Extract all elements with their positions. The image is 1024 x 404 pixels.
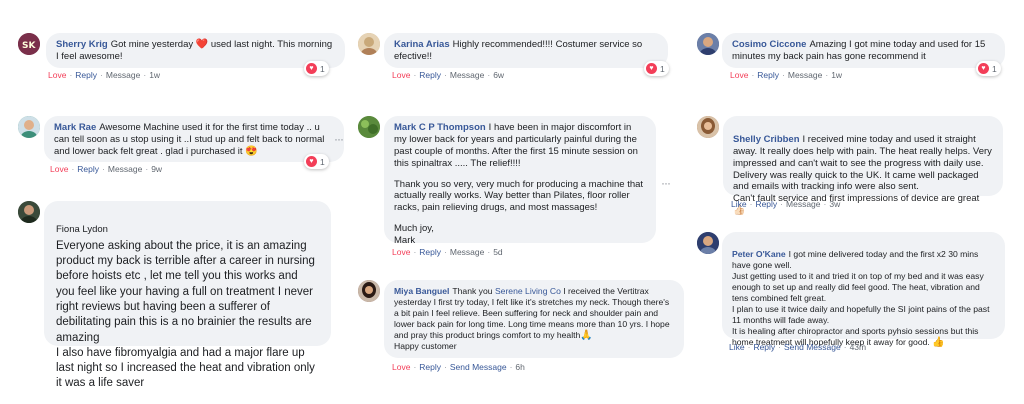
love-link[interactable]: Love <box>730 70 748 80</box>
comment-bubble: Sherry Krig Got mine yesterday ❤️ used la… <box>46 33 345 68</box>
comment-actions: Love · Reply · Message · 6w <box>392 70 505 80</box>
reply-link[interactable]: Reply <box>419 70 441 80</box>
avatar[interactable] <box>18 116 40 138</box>
svg-text:SK: SK <box>22 41 36 51</box>
comment-bubble: Miya Banguel Thank you Serene Living Co I… <box>384 280 684 358</box>
commenter-name[interactable]: Peter O'Kane <box>732 249 786 259</box>
timestamp[interactable]: 43m <box>850 342 867 352</box>
more-options-icon[interactable]: ··· <box>661 176 671 190</box>
comment-actions: Love · Reply · Send Message · 6h <box>392 362 525 372</box>
comment-text: Got mine yesterday <box>110 39 194 50</box>
praying-hands-emoji: 🙏 <box>580 330 593 341</box>
reply-link[interactable]: Reply <box>419 362 441 372</box>
reaction-summary[interactable]: ♥ 1 <box>304 61 329 76</box>
avatar[interactable] <box>697 33 719 55</box>
send-message-link[interactable]: Send Message <box>784 342 841 352</box>
comment-bubble: Fiona Lydon Everyone asking about the pri… <box>44 201 331 389</box>
message-link[interactable]: Message <box>106 70 141 80</box>
comment-paragraph: Thank you so very, very much for produci… <box>394 178 644 214</box>
more-options-icon[interactable]: ··· <box>334 132 344 146</box>
avatar[interactable] <box>358 280 380 302</box>
comment-actions: Love · Reply · Message · 1w <box>48 70 161 80</box>
timestamp[interactable]: 1w <box>149 70 160 80</box>
avatar[interactable] <box>18 201 40 223</box>
comment-bubble: Mark Rae Awesome Machine used it for the … <box>44 116 344 162</box>
comment-paragraph: Much joy, Mark <box>394 223 434 246</box>
commenter-name[interactable]: Mark C P Thompson <box>394 122 486 133</box>
commenter-name[interactable]: Shelly Cribben <box>733 134 800 145</box>
comment-text: Thank you <box>452 286 493 296</box>
like-link[interactable]: Like <box>731 199 747 209</box>
comment-actions: Love · Reply · Message · 9w <box>50 164 163 174</box>
comment-actions: Like · Reply · Message · 3w <box>731 199 841 209</box>
avatar[interactable] <box>697 232 719 254</box>
timestamp[interactable]: 1w <box>831 70 842 80</box>
heart-icon: ♥ <box>978 63 989 74</box>
reply-link[interactable]: Reply <box>753 342 775 352</box>
comment-actions: Love · Reply · Message · 1w <box>730 70 843 80</box>
comment-text: Happy customer <box>394 341 457 351</box>
thumbs-up-emoji: 👍 <box>932 337 945 348</box>
comment-text: I got mine delivered today and the first… <box>732 249 990 347</box>
heart-emoji: ❤️ <box>195 39 209 50</box>
heart-eyes-emoji: 😍 <box>245 145 258 157</box>
love-link[interactable]: Love <box>48 70 66 80</box>
reply-link[interactable]: Reply <box>75 70 97 80</box>
reaction-summary[interactable]: ♥ 1 <box>644 61 669 76</box>
page-mention-link[interactable]: Serene Living Co <box>495 286 561 296</box>
commenter-name[interactable]: Cosimo Ciccone <box>732 39 806 50</box>
reaction-summary[interactable]: ♥ 1 <box>976 61 1001 76</box>
love-link[interactable]: Love <box>50 164 68 174</box>
commenter-name[interactable]: Mark Rae <box>54 122 96 133</box>
timestamp[interactable]: 6h <box>515 362 524 372</box>
comment-bubble: Karina Arias Highly recommended!!!! Costu… <box>384 33 668 68</box>
heart-icon: ♥ <box>306 156 317 167</box>
avatar[interactable] <box>697 116 719 138</box>
timestamp[interactable]: 9w <box>151 164 162 174</box>
commenter-name[interactable]: Karina Arias <box>394 39 450 50</box>
avatar[interactable] <box>358 116 380 138</box>
commenter-name[interactable]: Miya Banguel <box>394 286 449 296</box>
reply-link[interactable]: Reply <box>755 199 777 209</box>
comment-bubble: Cosimo Ciccone Amazing I got mine today a… <box>722 33 1005 68</box>
love-link[interactable]: Love <box>392 362 410 372</box>
like-link[interactable]: Like <box>729 342 745 352</box>
message-link[interactable]: Message <box>450 247 485 257</box>
love-link[interactable]: Love <box>392 247 410 257</box>
avatar[interactable] <box>358 33 380 55</box>
reply-link[interactable]: Reply <box>419 247 441 257</box>
comment-paragraph: Mark C P Thompson I have been in major di… <box>394 122 638 169</box>
message-link[interactable]: Message <box>788 70 823 80</box>
timestamp[interactable]: 6w <box>493 70 504 80</box>
comment-actions: Love · Reply · Message · 5d <box>392 247 503 257</box>
timestamp[interactable]: 3w <box>829 199 840 209</box>
reply-link[interactable]: Reply <box>757 70 779 80</box>
comment-bubble: Mark C P Thompson I have been in major di… <box>384 116 656 246</box>
comment-text: Everyone asking about the price, it is a… <box>56 239 315 390</box>
reaction-summary[interactable]: ♥ 1 <box>304 154 329 169</box>
timestamp[interactable]: 5d <box>493 247 502 257</box>
reply-link[interactable]: Reply <box>77 164 99 174</box>
avatar[interactable]: SK <box>18 33 40 55</box>
comment-bubble: Peter O'Kane I got mine delivered today a… <box>722 232 1005 348</box>
message-link[interactable]: Message <box>108 164 143 174</box>
message-link[interactable]: Message <box>450 70 485 80</box>
message-link[interactable]: Message <box>786 199 821 209</box>
love-link[interactable]: Love <box>392 70 410 80</box>
heart-icon: ♥ <box>646 63 657 74</box>
send-message-link[interactable]: Send Message <box>450 362 507 372</box>
commenter-name[interactable]: Fiona Lydon <box>56 224 316 237</box>
comment-actions: Like · Reply · Send Message · 43m <box>729 342 867 352</box>
commenter-name[interactable]: Sherry Krig <box>56 39 108 50</box>
comment-bubble: Shelly Cribben I received mine today and … <box>723 116 1003 216</box>
heart-icon: ♥ <box>306 63 317 74</box>
